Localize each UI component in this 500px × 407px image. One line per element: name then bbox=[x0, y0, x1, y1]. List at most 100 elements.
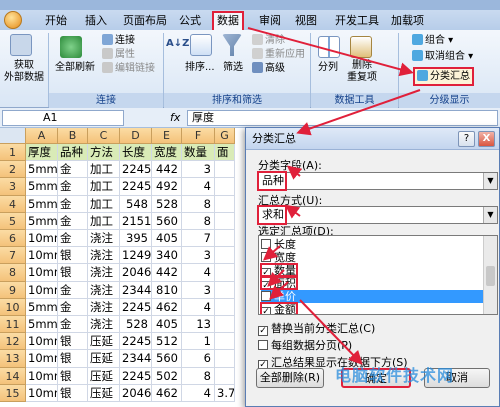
table-cell[interactable]: 462 bbox=[152, 384, 182, 402]
text-to-columns-button[interactable]: 分列 bbox=[318, 62, 338, 74]
table-cell[interactable]: 5mm bbox=[26, 178, 58, 196]
row-header[interactable]: 11 bbox=[0, 316, 26, 334]
table-cell[interactable]: 2046 bbox=[120, 384, 152, 402]
table-cell[interactable]: 405 bbox=[152, 230, 182, 248]
remove-duplicates-button[interactable]: 删除 重复项 bbox=[347, 60, 377, 84]
list-item[interactable]: 长度 bbox=[261, 238, 483, 251]
checkbox-icon[interactable] bbox=[261, 239, 271, 249]
table-cell[interactable]: 442 bbox=[152, 161, 182, 179]
table-cell[interactable]: 5mm bbox=[26, 212, 58, 230]
table-cell[interactable]: 3.781 bbox=[215, 384, 235, 402]
function-select[interactable]: 求和 ▼ bbox=[258, 206, 498, 224]
table-cell[interactable]: 银 bbox=[58, 384, 88, 402]
table-cell[interactable]: 加工 bbox=[88, 195, 120, 213]
scroll-thumb[interactable] bbox=[486, 266, 495, 286]
edit-links-button[interactable]: 编辑链接 bbox=[102, 62, 155, 75]
table-cell[interactable]: 2245 bbox=[120, 367, 152, 385]
list-scrollbar[interactable] bbox=[483, 236, 497, 314]
table-cell[interactable]: 5mm bbox=[26, 298, 58, 316]
table-cell[interactable] bbox=[215, 367, 235, 385]
row-header[interactable]: 5 bbox=[0, 212, 26, 230]
table-cell[interactable]: 2245 bbox=[120, 333, 152, 351]
table-cell[interactable]: 长度 bbox=[120, 144, 152, 162]
table-cell[interactable]: 金 bbox=[58, 212, 88, 230]
table-cell[interactable]: 2245 bbox=[120, 161, 152, 179]
table-cell[interactable]: 2344 bbox=[120, 350, 152, 368]
tab-insert[interactable]: 插入 bbox=[82, 13, 110, 30]
table-cell[interactable]: 10mm bbox=[26, 247, 58, 265]
close-button[interactable]: X bbox=[478, 131, 495, 147]
column-header[interactable]: G bbox=[215, 128, 235, 144]
get-external-data-button[interactable]: 获取 外部数据 bbox=[4, 60, 44, 84]
column-header[interactable]: D bbox=[120, 128, 152, 144]
formula-input[interactable]: 厚度 bbox=[187, 110, 498, 126]
row-header[interactable]: 7 bbox=[0, 247, 26, 265]
page-break-checkbox[interactable]: 每组数据分页(P) bbox=[258, 337, 352, 353]
chevron-down-icon[interactable]: ▼ bbox=[483, 207, 497, 223]
tab-addins[interactable]: 加载项 bbox=[388, 13, 427, 30]
subtotal-items-list[interactable]: 长度 宽度 ✓ 数量 ✓ 面积 单价 ✓ 金额 bbox=[258, 235, 498, 315]
table-cell[interactable]: 10mm bbox=[26, 384, 58, 402]
table-cell[interactable]: 528 bbox=[120, 316, 152, 334]
sort-ascending-button[interactable]: A↓Z bbox=[166, 38, 189, 50]
table-cell[interactable]: 1249 bbox=[120, 247, 152, 265]
table-cell[interactable]: 5mm bbox=[26, 316, 58, 334]
table-cell[interactable]: 数量 bbox=[182, 144, 215, 162]
table-cell[interactable]: 560 bbox=[152, 350, 182, 368]
table-cell[interactable]: 压延 bbox=[88, 384, 120, 402]
table-cell[interactable]: 462 bbox=[152, 298, 182, 316]
table-cell[interactable]: 4 bbox=[182, 178, 215, 196]
table-cell[interactable]: 加工 bbox=[88, 161, 120, 179]
table-cell[interactable]: 金 bbox=[58, 316, 88, 334]
checkbox-icon[interactable] bbox=[261, 252, 271, 262]
row-header[interactable]: 14 bbox=[0, 367, 26, 385]
table-cell[interactable]: 6 bbox=[182, 350, 215, 368]
tab-formulas[interactable]: 公式 bbox=[176, 13, 204, 30]
table-cell[interactable]: 2344 bbox=[120, 281, 152, 299]
table-cell[interactable]: 银 bbox=[58, 350, 88, 368]
subtotal-button[interactable]: 分类汇总 bbox=[413, 67, 474, 86]
table-cell[interactable]: 8 bbox=[182, 195, 215, 213]
name-box[interactable]: A1 bbox=[2, 110, 124, 126]
table-cell[interactable]: 10mm bbox=[26, 230, 58, 248]
table-cell[interactable] bbox=[215, 350, 235, 368]
table-cell[interactable]: 2245 bbox=[120, 178, 152, 196]
table-cell[interactable]: 4 bbox=[182, 298, 215, 316]
group-button[interactable]: 组合 ▾ bbox=[412, 34, 453, 47]
list-item[interactable]: ✓ 面积 bbox=[260, 276, 483, 291]
office-button[interactable] bbox=[4, 11, 22, 29]
row-header[interactable]: 6 bbox=[0, 230, 26, 248]
tab-view[interactable]: 视图 bbox=[292, 13, 320, 30]
table-cell[interactable]: 2245 bbox=[120, 298, 152, 316]
table-cell[interactable]: 810 bbox=[152, 281, 182, 299]
table-cell[interactable]: 金 bbox=[58, 230, 88, 248]
table-cell[interactable]: 品种 bbox=[58, 144, 88, 162]
table-cell[interactable]: 2046 bbox=[120, 264, 152, 282]
column-header[interactable]: A bbox=[26, 128, 58, 144]
table-cell[interactable]: 395 bbox=[120, 230, 152, 248]
table-cell[interactable] bbox=[215, 178, 235, 196]
table-cell[interactable]: 压延 bbox=[88, 350, 120, 368]
table-cell[interactable]: 10mm bbox=[26, 281, 58, 299]
table-cell[interactable]: 浇注 bbox=[88, 316, 120, 334]
table-cell[interactable]: 浇注 bbox=[88, 281, 120, 299]
table-cell[interactable]: 压延 bbox=[88, 367, 120, 385]
table-cell[interactable]: 548 bbox=[120, 195, 152, 213]
table-cell[interactable]: 压延 bbox=[88, 333, 120, 351]
table-cell[interactable]: 3 bbox=[182, 281, 215, 299]
row-header[interactable]: 3 bbox=[0, 178, 26, 196]
remove-all-button[interactable]: 全部删除(R) bbox=[256, 368, 324, 388]
tab-home[interactable]: 开始 bbox=[42, 13, 70, 30]
table-cell[interactable]: 方法 bbox=[88, 144, 120, 162]
table-cell[interactable]: 金 bbox=[58, 298, 88, 316]
column-header[interactable]: F bbox=[182, 128, 215, 144]
table-cell[interactable]: 宽度 bbox=[152, 144, 182, 162]
table-cell[interactable]: 492 bbox=[152, 178, 182, 196]
table-cell[interactable]: 浇注 bbox=[88, 264, 120, 282]
row-header[interactable]: 12 bbox=[0, 333, 26, 351]
advanced-filter-button[interactable]: 高级 bbox=[252, 62, 285, 75]
table-cell[interactable]: 浇注 bbox=[88, 247, 120, 265]
table-cell[interactable]: 13 bbox=[182, 316, 215, 334]
table-cell[interactable]: 金 bbox=[58, 161, 88, 179]
table-cell[interactable]: 340 bbox=[152, 247, 182, 265]
